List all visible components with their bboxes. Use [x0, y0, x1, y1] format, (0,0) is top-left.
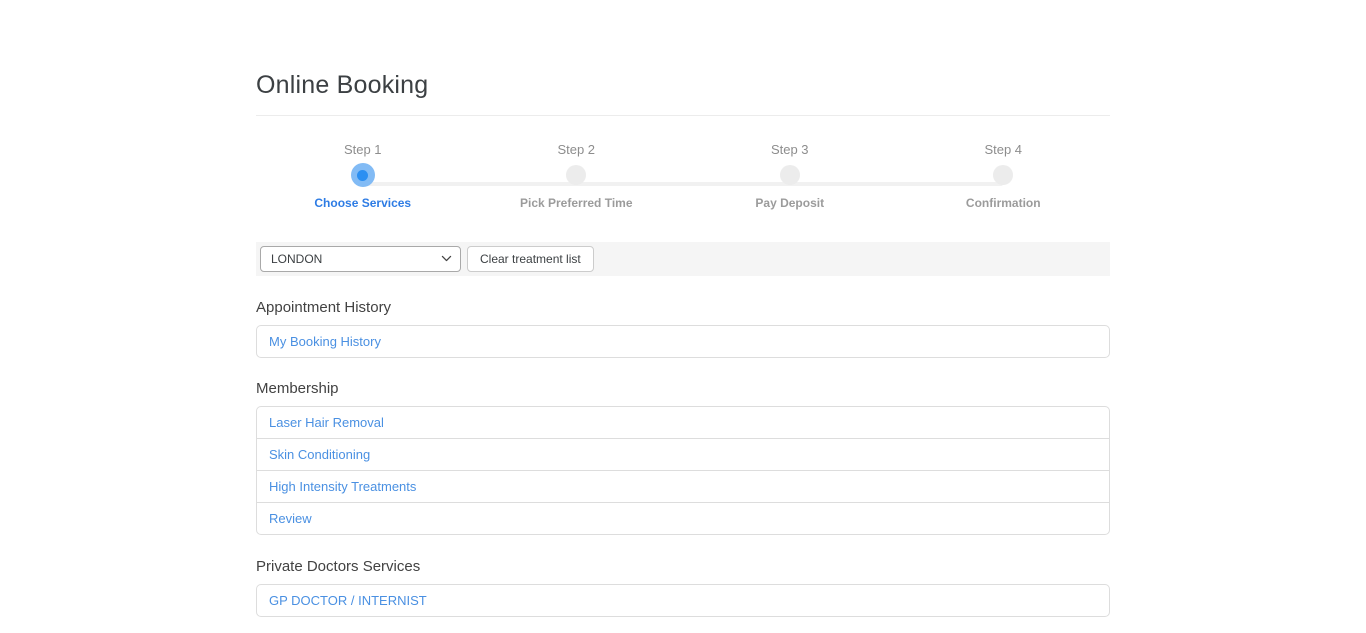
stepper-step-4: Step 4 Confirmation [897, 142, 1111, 210]
title-divider [256, 115, 1110, 116]
page-title: Online Booking [256, 71, 1110, 100]
step-name-label: Pay Deposit [683, 196, 897, 210]
stepper-step-2: Step 2 Pick Preferred Time [470, 142, 684, 210]
appointment-history-list: My Booking History [256, 325, 1110, 358]
step-name-label: Confirmation [897, 196, 1111, 210]
membership-list: Laser Hair Removal Skin Conditioning Hig… [256, 406, 1110, 535]
location-select-wrap: LONDON [260, 246, 461, 272]
step-name-label: Choose Services [256, 196, 470, 210]
step-number-label: Step 4 [897, 142, 1111, 160]
list-item-laser-hair-removal[interactable]: Laser Hair Removal [257, 407, 1109, 439]
section-heading-membership: Membership [256, 380, 1110, 397]
step-circle [566, 165, 586, 185]
step-circle-active [351, 163, 375, 187]
stepper-step-3: Step 3 Pay Deposit [683, 142, 897, 210]
step-number-label: Step 1 [256, 142, 470, 160]
private-doctors-list: GP DOCTOR / INTERNIST [256, 584, 1110, 617]
list-item-review[interactable]: Review [257, 503, 1109, 534]
step-number-label: Step 2 [470, 142, 684, 160]
location-select[interactable]: LONDON [260, 246, 461, 272]
step-number-label: Step 3 [683, 142, 897, 160]
step-circle [993, 165, 1013, 185]
step-circle [780, 165, 800, 185]
filter-toolbar: LONDON Clear treatment list [256, 242, 1110, 276]
main-content: Online Booking Step 1 Choose Services St… [256, 71, 1110, 617]
section-heading-private-doctors: Private Doctors Services [256, 558, 1110, 575]
stepper-step-1: Step 1 Choose Services [256, 142, 470, 210]
list-item-my-booking-history[interactable]: My Booking History [257, 326, 1109, 357]
step-name-label: Pick Preferred Time [470, 196, 684, 210]
online-booking-page: Online Booking Step 1 Choose Services St… [0, 71, 1366, 633]
list-item-skin-conditioning[interactable]: Skin Conditioning [257, 439, 1109, 471]
section-heading-appointment-history: Appointment History [256, 299, 1110, 316]
clear-treatment-list-button[interactable]: Clear treatment list [467, 246, 594, 272]
list-item-high-intensity-treatments[interactable]: High Intensity Treatments [257, 471, 1109, 503]
booking-stepper: Step 1 Choose Services Step 2 Pick Prefe… [256, 142, 1110, 210]
list-item-gp-doctor-internist[interactable]: GP DOCTOR / INTERNIST [257, 585, 1109, 616]
